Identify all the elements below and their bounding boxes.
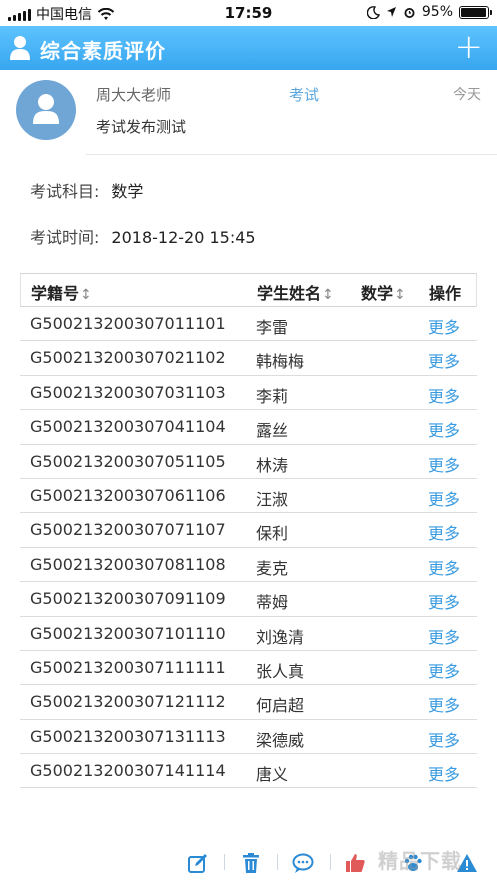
column-header-student-name[interactable]: 学生姓名↕: [257, 280, 334, 304]
watermark: 精品下载: [378, 849, 462, 873]
battery-icon: [459, 5, 492, 19]
user-icon: [10, 36, 30, 60]
table-row[interactable]: G500213200307141114 唐义 更多: [20, 754, 477, 789]
more-link[interactable]: 更多: [428, 348, 460, 372]
more-link[interactable]: 更多: [428, 761, 460, 785]
student-id-cell: G500213200307091109: [30, 589, 226, 609]
student-name-cell: 李雷: [256, 318, 289, 337]
student-id-cell: G500213200307081108: [30, 554, 226, 574]
moon-icon: [366, 5, 380, 19]
student-id-cell: G500213200307121112: [30, 692, 226, 712]
table-row[interactable]: G500213200307031103 李莉 更多: [20, 376, 477, 411]
student-id-cell: G500213200307141114: [30, 761, 226, 781]
avatar: [16, 80, 76, 140]
trash-icon[interactable]: [240, 852, 262, 874]
location-icon: [386, 7, 396, 17]
student-id-cell: G500213200307071107: [30, 520, 226, 540]
edit-icon[interactable]: [187, 852, 209, 874]
student-name-cell: 麦克: [256, 558, 289, 578]
table-row[interactable]: G500213200307041104 露丝 更多: [20, 410, 477, 445]
student-name-cell: 李莉: [256, 386, 289, 406]
student-name-cell: 保利: [256, 524, 289, 544]
message-type: 考试: [289, 86, 320, 104]
more-link[interactable]: 更多: [428, 555, 460, 579]
alarm-icon: [404, 7, 415, 18]
more-link[interactable]: 更多: [428, 383, 460, 407]
student-id-cell: G500213200307011101: [30, 314, 226, 333]
exam-time-label: 考试时间:: [30, 228, 100, 247]
avatar-person-icon: [33, 94, 59, 124]
table-body: G500213200307011101 李雷 更多 G5002132003070211…: [20, 307, 477, 789]
column-header-action: 操作: [429, 284, 462, 303]
more-link[interactable]: 更多: [428, 589, 460, 613]
student-name-cell: 林涛: [256, 455, 289, 475]
table-row[interactable]: G500213200307091109 蒂姆 更多: [20, 582, 477, 617]
student-name-cell: 汪淑: [256, 489, 289, 509]
student-id-cell: G500213200307111111: [30, 657, 226, 677]
student-id-cell: G500213200307101110: [30, 623, 226, 643]
more-link[interactable]: 更多: [428, 417, 460, 441]
more-link[interactable]: 更多: [428, 452, 460, 476]
comment-icon[interactable]: [292, 852, 314, 874]
exam-time-value: 2018-12-20 15:45: [111, 228, 256, 247]
column-header-math[interactable]: 数学↕: [361, 280, 406, 304]
student-id-cell: G500213200307041104: [30, 417, 226, 437]
student-id-cell: G500213200307131113: [30, 726, 226, 746]
table-row[interactable]: G500213200307011101 李雷 更多: [20, 307, 477, 342]
thumbs-up-icon[interactable]: [344, 852, 366, 874]
exam-subject-value: 数学: [111, 182, 144, 201]
sort-icon[interactable]: ↕: [394, 287, 406, 303]
student-name-cell: 刘逸清: [256, 627, 305, 647]
battery-percent: 95%: [421, 4, 453, 20]
message-date: 今天: [453, 87, 481, 103]
message-text: 考试发布测试: [96, 118, 187, 136]
more-link[interactable]: 更多: [428, 692, 460, 716]
table-row[interactable]: G500213200307081108 麦克 更多: [20, 548, 477, 583]
student-id-cell: G500213200307051105: [30, 451, 226, 471]
table-row[interactable]: G500213200307131113 梁德威 更多: [20, 720, 477, 755]
message-card[interactable]: 周大大老师 考试 今天 考试发布测试: [0, 72, 497, 156]
page-title: 综合素质评价: [40, 39, 166, 63]
more-link[interactable]: 更多: [428, 520, 460, 544]
student-id-cell: G500213200307031103: [30, 382, 226, 402]
table-row[interactable]: G500213200307111111 张人真 更多: [20, 651, 477, 686]
exam-subject-label: 考试科目:: [30, 182, 100, 201]
more-link[interactable]: 更多: [428, 486, 460, 510]
sort-icon[interactable]: ↕: [322, 287, 334, 303]
student-name-cell: 梁德威: [256, 730, 305, 750]
table-row[interactable]: G500213200307051105 林涛 更多: [20, 445, 477, 479]
table-row[interactable]: G500213200307121112 何启超 更多: [20, 685, 477, 720]
exam-subject-row: 考试科目: 数学: [30, 178, 143, 202]
student-name-cell: 露丝: [256, 421, 289, 441]
sort-icon[interactable]: ↕: [80, 287, 92, 303]
more-link[interactable]: 更多: [428, 314, 460, 338]
table-row[interactable]: G500213200307101110 刘逸清 更多: [20, 617, 477, 651]
status-bar: 中国电信 17:59 95%: [0, 0, 497, 26]
table-row[interactable]: G500213200307061106 汪淑 更多: [20, 479, 477, 514]
student-name-cell: 唐义: [256, 765, 289, 785]
table-row[interactable]: G500213200307021102 韩梅梅 更多: [20, 341, 477, 376]
student-name-cell: 张人真: [256, 661, 305, 681]
more-link[interactable]: 更多: [428, 624, 460, 648]
exam-time-row: 考试时间: 2018-12-20 15:45: [30, 224, 256, 248]
more-link[interactable]: 更多: [428, 658, 460, 682]
toolbar-separator: [224, 854, 225, 870]
student-name-cell: 蒂姆: [256, 593, 289, 613]
sender-name: 周大大老师: [96, 86, 172, 104]
student-name-cell: 何启超: [256, 696, 305, 716]
student-id-cell: G500213200307061106: [30, 485, 226, 505]
table-row[interactable]: G500213200307071107 保利 更多: [20, 513, 477, 548]
more-link[interactable]: 更多: [428, 727, 460, 751]
add-button[interactable]: +: [455, 30, 484, 64]
divider: [86, 154, 497, 155]
student-name-cell: 韩梅梅: [256, 352, 305, 372]
app-header: 综合素质评价 +: [0, 26, 497, 70]
student-table: 学籍号↕ 学生姓名↕ 数学↕ 操作 G500213200307011101 李雷更…: [20, 273, 477, 789]
student-id-cell: G500213200307021102: [30, 348, 226, 368]
column-header-student-id[interactable]: 学籍号↕: [31, 280, 92, 304]
table-header: 学籍号↕ 学生姓名↕ 数学↕ 操作: [20, 274, 477, 307]
toolbar-separator: [277, 854, 278, 870]
toolbar-separator: [330, 854, 331, 870]
